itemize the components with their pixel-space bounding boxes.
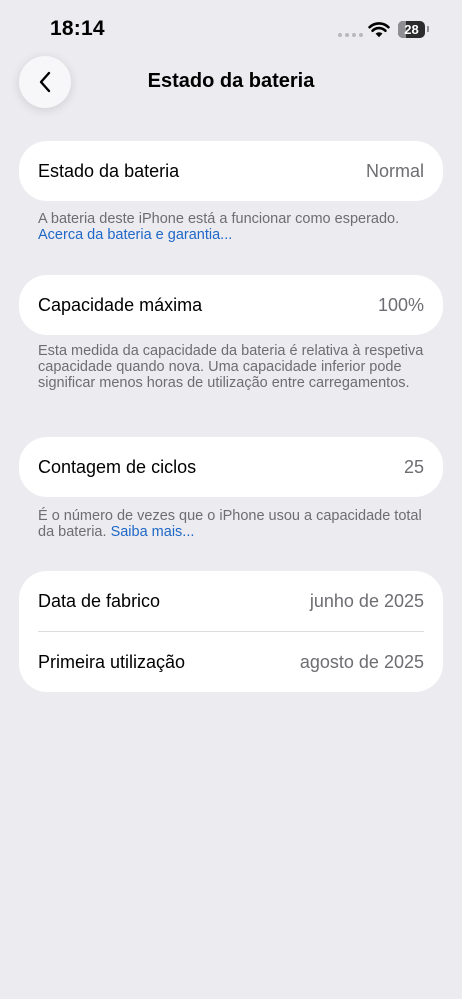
manufacture-date-label: Data de fabrico [38,590,161,611]
first-use-row: Primeira utilização agosto de 2025 [19,632,443,692]
cycle-count-label: Contagem de ciclos [38,456,197,477]
cycle-count-footnote: É o número de vezes que o iPhone usou a … [38,508,428,540]
battery-state-row: Estado da bateria Normal [19,141,443,201]
learn-more-link[interactable]: Saiba mais... [111,524,195,540]
battery-state-footnote: A bateria deste iPhone está a funcionar … [38,211,428,243]
battery-warranty-link[interactable]: Acerca da bateria e garantia... [38,227,428,243]
battery-cap [427,26,429,32]
first-use-label: Primeira utilização [38,651,186,672]
max-capacity-footnote: Esta medida da capacidade da bateria é r… [38,343,424,391]
battery-percentage: 28 [404,22,419,37]
manufacture-date-value: junho de 2025 [309,590,424,611]
wifi-icon [368,22,390,38]
battery-icon: 28 [398,21,425,38]
cycle-count-row: Contagem de ciclos 25 [19,437,443,497]
status-bar: 18:14 28 [0,0,462,54]
cycle-count-value: 25 [403,456,424,477]
battery-state-card: Estado da bateria Normal [19,141,443,201]
cycle-count-card: Contagem de ciclos 25 [19,437,443,497]
cycle-count-description: É o número de vezes que o iPhone usou a … [38,508,422,540]
max-capacity-value: 100% [377,294,424,315]
battery-state-description: A bateria deste iPhone está a funcionar … [38,211,400,227]
battery-state-value: Normal [365,160,424,181]
max-capacity-card: Capacidade máxima 100% [19,275,443,335]
cellular-signal-icon [338,33,363,37]
first-use-value: agosto de 2025 [299,651,424,672]
dates-card: Data de fabrico junho de 2025 Primeira u… [19,571,443,692]
page-title: Estado da bateria [147,70,315,92]
max-capacity-row: Capacidade máxima 100% [19,275,443,335]
status-time: 18:14 [50,17,105,40]
battery-state-label: Estado da bateria [38,160,180,181]
max-capacity-label: Capacidade máxima [38,294,203,315]
manufacture-date-row: Data de fabrico junho de 2025 [19,571,443,631]
